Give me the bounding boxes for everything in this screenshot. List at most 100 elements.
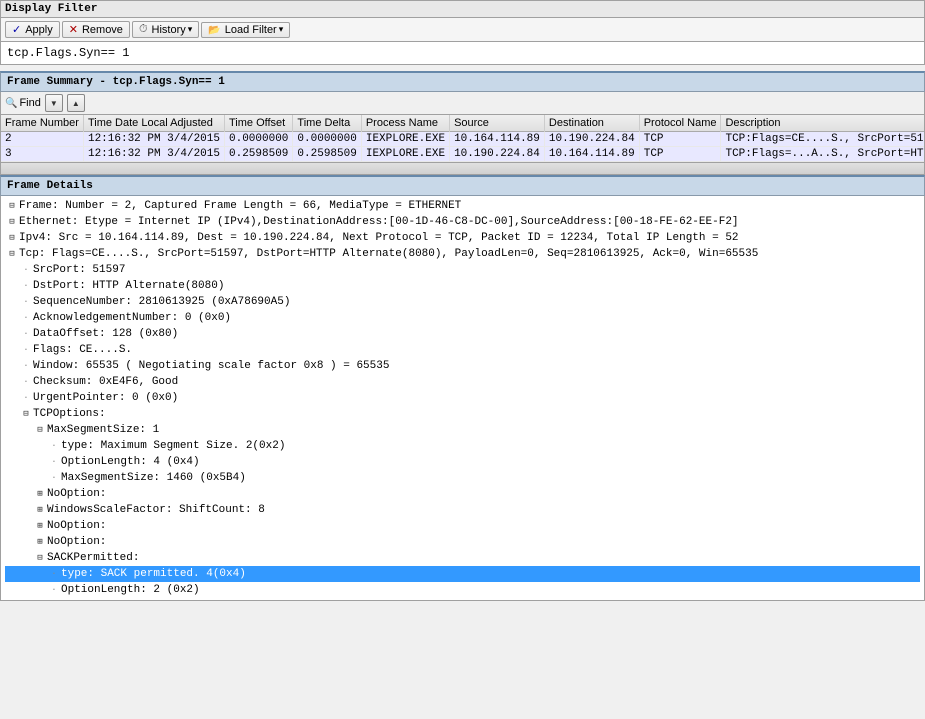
tree-expander-expanded[interactable] <box>5 246 19 262</box>
tree-line[interactable]: NoOption: <box>5 518 920 534</box>
table-row[interactable]: 312:16:32 PM 3/4/20150.25985090.2598509I… <box>1 147 925 162</box>
tree-line[interactable]: SACKPermitted: <box>5 550 920 566</box>
tree-expander-expanded[interactable] <box>19 406 33 422</box>
col-time-date: Time Date Local Adjusted <box>83 115 224 132</box>
frame-details-label: Frame Details <box>0 175 925 196</box>
table-cell: 10.164.114.89 <box>450 132 545 147</box>
tree-expander-expanded[interactable] <box>33 422 47 438</box>
tree-item-text: MaxSegmentSize: 1 <box>47 422 159 438</box>
table-row[interactable]: 212:16:32 PM 3/4/20150.00000000.0000000I… <box>1 132 925 147</box>
table-cell: 2 <box>1 132 83 147</box>
tree-item-text: type: Maximum Segment Size. 2(0x2) <box>61 438 285 454</box>
history-button[interactable]: History <box>132 21 199 38</box>
tree-line[interactable]: SequenceNumber: 2810613925 (0xA78690A5) <box>5 294 920 310</box>
tree-leaf-marker <box>19 278 33 294</box>
tree-line[interactable]: NoOption: <box>5 486 920 502</box>
table-cell: 0.2598509 <box>293 147 361 162</box>
table-cell: TCP <box>639 132 721 147</box>
tree-item-text: Flags: CE....S. <box>33 342 132 358</box>
tree-expander-expanded[interactable] <box>33 550 47 566</box>
tree-expander-expanded[interactable] <box>5 230 19 246</box>
tree-line[interactable]: OptionLength: 4 (0x4) <box>5 454 920 470</box>
tree-line[interactable]: MaxSegmentSize: 1460 (0x5B4) <box>5 470 920 486</box>
down-arrow-icon <box>50 98 58 109</box>
col-description: Description <box>721 115 925 132</box>
col-process-name: Process Name <box>361 115 449 132</box>
col-source: Source <box>450 115 545 132</box>
tree-line[interactable]: Tcp: Flags=CE....S., SrcPort=51597, DstP… <box>5 246 920 262</box>
filter-input[interactable]: tcp.Flags.Syn== 1 <box>0 41 925 65</box>
tree-line[interactable]: type: SACK permitted. 4(0x4) <box>5 566 920 582</box>
col-protocol-name: Protocol Name <box>639 115 721 132</box>
tree-line[interactable]: AcknowledgementNumber: 0 (0x0) <box>5 310 920 326</box>
table-cell: 0.0000000 <box>225 132 293 147</box>
tree-leaf-marker <box>19 262 33 278</box>
tree-item-text: Ipv4: Src = 10.164.114.89, Dest = 10.190… <box>19 230 739 246</box>
packet-table: Frame Number Time Date Local Adjusted Ti… <box>1 115 925 162</box>
tree-leaf-marker <box>19 374 33 390</box>
tree-item-text: NoOption: <box>47 486 106 502</box>
tree-line[interactable]: UrgentPointer: 0 (0x0) <box>5 390 920 406</box>
tree-leaf-marker <box>47 566 61 582</box>
tree-line[interactable]: SrcPort: 51597 <box>5 262 920 278</box>
tree-line[interactable]: DstPort: HTTP Alternate(8080) <box>5 278 920 294</box>
tree-line[interactable]: type: Maximum Segment Size. 2(0x2) <box>5 438 920 454</box>
tree-item-text: Frame: Number = 2, Captured Frame Length… <box>19 198 461 214</box>
table-cell: 10.190.224.84 <box>450 147 545 162</box>
tree-item-text: Tcp: Flags=CE....S., SrcPort=51597, DstP… <box>19 246 758 262</box>
tree-item-text: DstPort: HTTP Alternate(8080) <box>33 278 224 294</box>
table-cell: TCP <box>639 147 721 162</box>
tree-line[interactable]: DataOffset: 128 (0x80) <box>5 326 920 342</box>
tree-item-text: TCPOptions: <box>33 406 106 422</box>
tree-line[interactable]: TCPOptions: <box>5 406 920 422</box>
tree-line[interactable]: Window: 65535 ( Negotiating scale factor… <box>5 358 920 374</box>
tree-line[interactable]: WindowsScaleFactor: ShiftCount: 8 <box>5 502 920 518</box>
tree-expander-collapsed[interactable] <box>33 534 47 550</box>
tree-item-text: DataOffset: 128 (0x80) <box>33 326 178 342</box>
tree-item-text: OptionLength: 2 (0x2) <box>61 582 200 598</box>
tree-line[interactable]: NoOption: <box>5 534 920 550</box>
tree-leaf-marker <box>47 438 61 454</box>
tree-line[interactable]: MaxSegmentSize: 1 <box>5 422 920 438</box>
col-time-offset: Time Offset <box>225 115 293 132</box>
find-up-button[interactable] <box>67 94 85 112</box>
tree-expander-collapsed[interactable] <box>33 486 47 502</box>
remove-button[interactable]: Remove <box>62 21 130 38</box>
display-filter-label: Display Filter <box>0 0 925 17</box>
tree-expander-collapsed[interactable] <box>33 502 47 518</box>
table-cell: 12:16:32 PM 3/4/2015 <box>83 147 224 162</box>
tree-item-text: SequenceNumber: 2810613925 (0xA78690A5) <box>33 294 290 310</box>
table-cell: 3 <box>1 147 83 162</box>
table-cell: 12:16:32 PM 3/4/2015 <box>83 132 224 147</box>
load-filter-button[interactable]: Load Filter <box>201 22 290 38</box>
tree-item-text: AcknowledgementNumber: 0 (0x0) <box>33 310 231 326</box>
tree-item-text: WindowsScaleFactor: ShiftCount: 8 <box>47 502 265 518</box>
tree-expander-collapsed[interactable] <box>33 518 47 534</box>
tree-item-text: SACKPermitted: <box>47 550 139 566</box>
find-down-button[interactable] <box>45 94 63 112</box>
col-frame-number: Frame Number <box>1 115 83 132</box>
tree-item-text: type: SACK permitted. 4(0x4) <box>61 566 246 582</box>
tree-item-text: Window: 65535 ( Negotiating scale factor… <box>33 358 389 374</box>
tree-line[interactable]: Flags: CE....S. <box>5 342 920 358</box>
tree-line[interactable]: Ipv4: Src = 10.164.114.89, Dest = 10.190… <box>5 230 920 246</box>
tree-item-text: OptionLength: 4 (0x4) <box>61 454 200 470</box>
tree-line[interactable]: Checksum: 0xE4F6, Good <box>5 374 920 390</box>
horizontal-scrollbar[interactable] <box>0 163 925 175</box>
tree-item-text: MaxSegmentSize: 1460 (0x5B4) <box>61 470 246 486</box>
tree-leaf-marker <box>19 326 33 342</box>
tree-item-text: NoOption: <box>47 534 106 550</box>
tree-line[interactable]: Frame: Number = 2, Captured Frame Length… <box>5 198 920 214</box>
tree-leaf-marker <box>19 294 33 310</box>
find-label: Find <box>5 97 41 109</box>
tree-item-text: Checksum: 0xE4F6, Good <box>33 374 178 390</box>
tree-leaf-marker <box>47 470 61 486</box>
tree-line[interactable]: OptionLength: 2 (0x2) <box>5 582 920 598</box>
tree-expander-expanded[interactable] <box>5 198 19 214</box>
load-icon <box>208 24 222 36</box>
tree-line[interactable]: Ethernet: Etype = Internet IP (IPv4),Des… <box>5 214 920 230</box>
tree-expander-expanded[interactable] <box>5 214 19 230</box>
packet-table-container: Frame Number Time Date Local Adjusted Ti… <box>0 115 925 163</box>
apply-button[interactable]: Apply <box>5 21 60 38</box>
table-cell: IEXPLORE.EXE <box>361 147 449 162</box>
